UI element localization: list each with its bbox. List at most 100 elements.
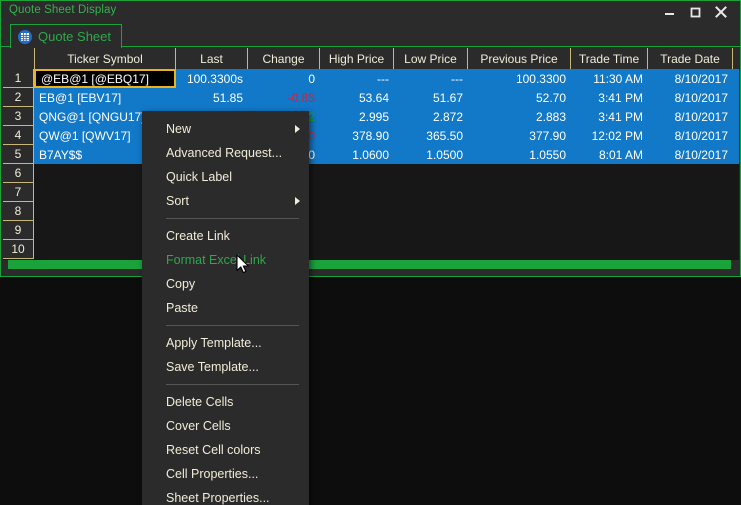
- maximize-button[interactable]: [682, 2, 708, 22]
- row-number[interactable]: 1: [3, 69, 34, 88]
- menu-item-sort[interactable]: Sort: [142, 189, 309, 213]
- cell-time[interactable]: [571, 164, 648, 183]
- cell-time[interactable]: [571, 221, 648, 240]
- menu-item-quick-label[interactable]: Quick Label: [142, 165, 309, 189]
- cell-low[interactable]: [394, 164, 468, 183]
- cell-high[interactable]: [320, 164, 394, 183]
- cell-prev[interactable]: [468, 164, 571, 183]
- cell-prev[interactable]: [468, 221, 571, 240]
- close-button[interactable]: [708, 2, 734, 22]
- cell-prev[interactable]: 2.883: [468, 107, 571, 126]
- cell-ticker[interactable]: EB@1 [EBV17]: [34, 88, 176, 107]
- table-row[interactable]: 9: [3, 221, 739, 240]
- cell-date[interactable]: [648, 183, 733, 202]
- cell-time[interactable]: [571, 183, 648, 202]
- cell-high[interactable]: 378.90: [320, 126, 394, 145]
- cell-low[interactable]: [394, 221, 468, 240]
- cell-change[interactable]: 0: [248, 69, 320, 88]
- cell-high[interactable]: [320, 202, 394, 221]
- cell-low[interactable]: 365.50: [394, 126, 468, 145]
- menu-item-copy[interactable]: Copy: [142, 272, 309, 296]
- menu-item-format-excel-link[interactable]: Format Excel Link: [142, 248, 309, 272]
- column-header-change[interactable]: Change: [248, 48, 320, 69]
- tab-quote-sheet[interactable]: Quote Sheet: [10, 24, 122, 48]
- cell-low[interactable]: [394, 240, 468, 259]
- cell-prev[interactable]: [468, 183, 571, 202]
- row-number[interactable]: 6: [3, 164, 34, 183]
- row-number[interactable]: 5: [3, 145, 34, 164]
- cell-date[interactable]: [648, 221, 733, 240]
- cell-high[interactable]: [320, 221, 394, 240]
- cell-time[interactable]: [571, 240, 648, 259]
- cell-last[interactable]: 51.85: [176, 88, 248, 107]
- cell-prev[interactable]: 100.3300: [468, 69, 571, 88]
- title-bar[interactable]: Quote Sheet Display: [1, 1, 740, 23]
- column-header-ticker[interactable]: Ticker Symbol: [34, 48, 176, 69]
- table-row[interactable]: 5B7AY$$1.055001.06001.05001.05508:01 AM8…: [3, 145, 739, 164]
- cell-time[interactable]: 12:02 PM: [571, 126, 648, 145]
- menu-item-new[interactable]: New: [142, 117, 309, 141]
- cell-prev[interactable]: 377.90: [468, 126, 571, 145]
- cell-time[interactable]: 3:41 PM: [571, 107, 648, 126]
- cell-prev[interactable]: [468, 240, 571, 259]
- column-header-time[interactable]: Trade Time: [571, 48, 648, 69]
- cell-ticker[interactable]: @EB@1 [@EBQ17]: [34, 69, 176, 88]
- menu-item-advanced-request[interactable]: Advanced Request...: [142, 141, 309, 165]
- cell-high[interactable]: ---: [320, 69, 394, 88]
- cell-low[interactable]: ---: [394, 69, 468, 88]
- cell-low[interactable]: 51.67: [394, 88, 468, 107]
- cell-prev[interactable]: [468, 202, 571, 221]
- cell-date[interactable]: 8/10/2017: [648, 69, 733, 88]
- table-row[interactable]: 7: [3, 183, 739, 202]
- context-menu[interactable]: New Advanced Request... Quick Label Sort Cre…: [142, 111, 309, 505]
- column-header-last[interactable]: Last: [176, 48, 248, 69]
- column-header-prev[interactable]: Previous Price: [468, 48, 571, 69]
- menu-item-sheet-properties[interactable]: Sheet Properties...: [142, 486, 309, 505]
- cell-low[interactable]: [394, 183, 468, 202]
- cell-high[interactable]: [320, 183, 394, 202]
- cell-prev[interactable]: 52.70: [468, 88, 571, 107]
- menu-item-reset-cell-colors[interactable]: Reset Cell colors: [142, 438, 309, 462]
- row-number[interactable]: 9: [3, 221, 34, 240]
- menu-item-apply-template[interactable]: Apply Template...: [142, 331, 309, 355]
- cell-date[interactable]: [648, 202, 733, 221]
- column-header-high[interactable]: High Price: [320, 48, 394, 69]
- cell-date[interactable]: [648, 240, 733, 259]
- menu-item-delete-cells[interactable]: Delete Cells: [142, 390, 309, 414]
- menu-item-save-template[interactable]: Save Template...: [142, 355, 309, 379]
- menu-item-cover-cells[interactable]: Cover Cells: [142, 414, 309, 438]
- table-row[interactable]: 8: [3, 202, 739, 221]
- cell-high[interactable]: 53.64: [320, 88, 394, 107]
- cell-low[interactable]: [394, 202, 468, 221]
- quote-grid[interactable]: Ticker Symbol Last Change High Price Low Pri…: [3, 48, 739, 260]
- row-number[interactable]: 8: [3, 202, 34, 221]
- row-number[interactable]: 3: [3, 107, 34, 126]
- cell-last[interactable]: 100.3300s: [176, 69, 248, 88]
- menu-item-paste[interactable]: Paste: [142, 296, 309, 320]
- cell-date[interactable]: 8/10/2017: [648, 107, 733, 126]
- table-row[interactable]: 6: [3, 164, 739, 183]
- cell-high[interactable]: 2.995: [320, 107, 394, 126]
- table-row[interactable]: 3QNG@1 [QNGU17]2.9750.0922.9952.8722.883…: [3, 107, 739, 126]
- cell-time[interactable]: 11:30 AM: [571, 69, 648, 88]
- cell-high[interactable]: 1.0600: [320, 145, 394, 164]
- cell-time[interactable]: 3:41 PM: [571, 88, 648, 107]
- cell-date[interactable]: 8/10/2017: [648, 126, 733, 145]
- cell-high[interactable]: [320, 240, 394, 259]
- cell-low[interactable]: 2.872: [394, 107, 468, 126]
- column-header-low[interactable]: Low Price: [394, 48, 468, 69]
- row-number[interactable]: 7: [3, 183, 34, 202]
- cell-date[interactable]: 8/10/2017: [648, 145, 733, 164]
- menu-item-cell-properties[interactable]: Cell Properties...: [142, 462, 309, 486]
- row-number[interactable]: 2: [3, 88, 34, 107]
- minimize-button[interactable]: [656, 2, 682, 22]
- cell-change[interactable]: -0.85: [248, 88, 320, 107]
- row-number[interactable]: 10: [3, 240, 34, 259]
- menu-item-create-link[interactable]: Create Link: [142, 224, 309, 248]
- table-row[interactable]: 2 EB@1 [EBV17] 51.85 -0.85 53.64 51.67 52.70 3:…: [3, 88, 739, 107]
- cell-date[interactable]: 8/10/2017: [648, 88, 733, 107]
- table-row[interactable]: 4QW@1 [QWV17]374.50-3.40378.90365.50377.…: [3, 126, 739, 145]
- cell-date[interactable]: [648, 164, 733, 183]
- table-row[interactable]: 1 @EB@1 [@EBQ17] 100.3300s 0 --- --- 100.3300 1…: [3, 69, 739, 88]
- cell-low[interactable]: 1.0500: [394, 145, 468, 164]
